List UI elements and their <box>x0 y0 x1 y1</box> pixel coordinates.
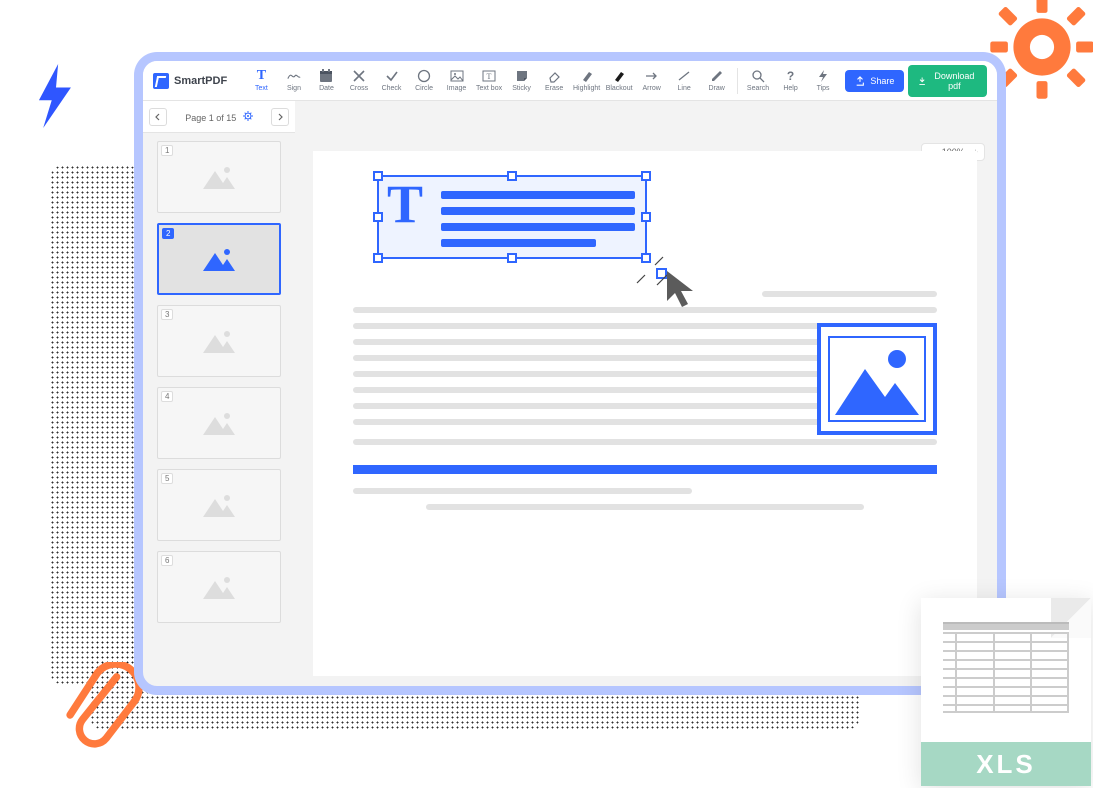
brand-name: SmartPDF <box>174 75 227 87</box>
calendar-icon <box>319 69 333 82</box>
tool-search[interactable]: Search <box>744 69 773 92</box>
xls-file-card: XLS <box>921 598 1091 786</box>
circle-icon <box>417 69 431 82</box>
spreadsheet-icon <box>943 622 1069 713</box>
help-icon: ? <box>784 69 798 82</box>
thumb-1[interactable]: 1 <box>157 141 281 213</box>
page-indicator: Page 1 of 15 <box>167 111 271 123</box>
image-placeholder[interactable] <box>817 323 937 435</box>
resize-handle[interactable] <box>373 253 383 263</box>
placeholder-line <box>762 291 937 297</box>
resize-handle[interactable] <box>373 212 383 222</box>
tool-draw[interactable]: Draw <box>702 69 731 92</box>
file-type-label: XLS <box>921 742 1091 786</box>
app-window: SmartPDF T Text Sign Date Cross Check Ci… <box>135 53 1005 694</box>
placeholder-line <box>353 488 692 494</box>
line-icon <box>677 69 691 82</box>
drop-shadow <box>50 165 140 685</box>
page-canvas[interactable]: T <box>313 151 977 676</box>
image-icon <box>450 69 464 82</box>
thumb-3[interactable]: 3 <box>157 305 281 377</box>
separator <box>737 68 738 94</box>
resize-handle[interactable] <box>507 253 517 263</box>
thumb-6[interactable]: 6 <box>157 551 281 623</box>
tool-text[interactable]: T Text <box>247 69 276 92</box>
spark-icon <box>653 247 673 267</box>
textbox-icon: T <box>482 69 496 82</box>
thumb-5[interactable]: 5 <box>157 469 281 541</box>
placeholder-line <box>426 504 864 510</box>
tool-blackout[interactable]: Blackout <box>605 69 634 92</box>
resize-handle[interactable] <box>373 171 383 181</box>
spark-icon <box>635 265 655 285</box>
arrow-icon <box>645 69 659 82</box>
lightning-icon <box>34 64 78 128</box>
chevron-left-icon <box>154 113 162 121</box>
tool-image[interactable]: Image <box>442 69 471 92</box>
page-thumbnails: 1 2 3 4 5 6 <box>143 133 295 686</box>
page-nav-bar: Page 1 of 15 <box>143 101 295 133</box>
download-icon <box>918 76 926 86</box>
selected-divider[interactable] <box>353 465 937 474</box>
toolbar: SmartPDF T Text Sign Date Cross Check Ci… <box>143 61 997 101</box>
tool-tips[interactable]: Tips <box>809 69 838 92</box>
image-icon <box>201 491 237 519</box>
upload-icon <box>855 76 865 86</box>
tool-circle[interactable]: Circle <box>410 69 439 92</box>
text-glyph: T <box>379 177 431 226</box>
share-button[interactable]: Share <box>845 70 904 92</box>
prev-page-button[interactable] <box>149 108 167 126</box>
resize-handle[interactable] <box>641 253 651 263</box>
settings-icon[interactable] <box>243 111 253 121</box>
image-icon <box>201 163 237 191</box>
highlight-icon <box>580 69 594 82</box>
tool-help[interactable]: ? Help <box>776 69 805 92</box>
brand-logo[interactable]: SmartPDF <box>153 73 227 89</box>
resize-handle[interactable] <box>641 171 651 181</box>
tool-erase[interactable]: Erase <box>540 69 569 92</box>
thumb-2[interactable]: 2 <box>157 223 281 295</box>
download-button[interactable]: Download pdf <box>908 65 987 97</box>
thumb-4[interactable]: 4 <box>157 387 281 459</box>
tool-arrow[interactable]: Arrow <box>637 69 666 92</box>
cross-icon <box>352 69 366 82</box>
tool-date[interactable]: Date <box>312 69 341 92</box>
selected-text-box[interactable]: T <box>377 175 647 259</box>
logo-icon <box>153 73 169 89</box>
resize-handle[interactable] <box>641 212 651 222</box>
image-icon <box>201 245 237 273</box>
svg-text:T: T <box>487 72 492 81</box>
tool-sticky[interactable]: Sticky <box>507 69 536 92</box>
next-page-button[interactable] <box>271 108 289 126</box>
image-icon <box>201 327 237 355</box>
sticky-icon <box>515 69 529 82</box>
text-icon: T <box>254 69 268 82</box>
chevron-right-icon <box>276 113 284 121</box>
search-icon <box>751 69 765 82</box>
placeholder-line <box>353 439 937 445</box>
blackout-icon <box>612 69 626 82</box>
image-icon <box>827 335 927 423</box>
signature-icon <box>287 69 301 82</box>
image-icon <box>201 409 237 437</box>
resize-handle[interactable] <box>507 171 517 181</box>
tool-highlight[interactable]: Highlight <box>572 69 601 92</box>
page-content: T <box>353 171 937 656</box>
tool-cross[interactable]: Cross <box>345 69 374 92</box>
cursor-icon <box>663 267 709 313</box>
eraser-icon <box>547 69 561 82</box>
bolt-icon <box>816 69 830 82</box>
placeholder-line <box>353 307 937 313</box>
tool-sign[interactable]: Sign <box>280 69 309 92</box>
paperclip-icon <box>60 662 148 768</box>
tool-textbox[interactable]: T Text box <box>475 69 504 92</box>
check-icon <box>385 69 399 82</box>
pencil-icon <box>710 69 724 82</box>
tool-check[interactable]: Check <box>377 69 406 92</box>
tool-line[interactable]: Line <box>670 69 699 92</box>
image-icon <box>201 573 237 601</box>
